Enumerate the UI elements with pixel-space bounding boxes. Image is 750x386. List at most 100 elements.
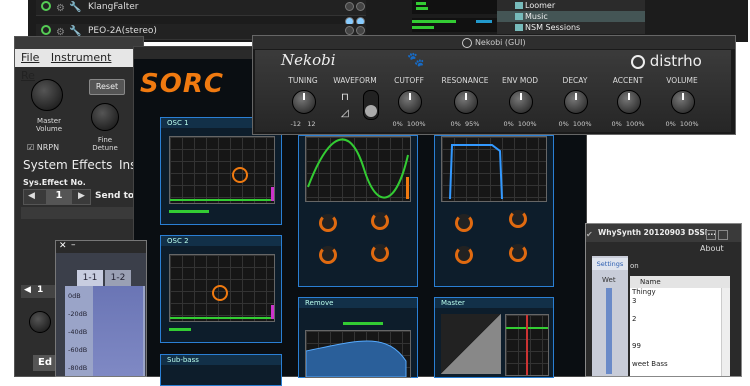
tuning-label: TUNING <box>288 76 318 85</box>
folder-item[interactable]: Music <box>497 11 645 22</box>
power-icon[interactable] <box>41 1 51 11</box>
title-bar[interactable]: ✕ – <box>56 240 146 253</box>
wrench-icon[interactable]: 🔧 <box>69 0 81 15</box>
list-item[interactable] <box>630 324 730 333</box>
menu-re[interactable]: Re <box>21 69 35 82</box>
about-button[interactable]: About <box>700 244 724 253</box>
level-label: -20dB <box>68 310 88 318</box>
lfo-display[interactable] <box>305 136 411 202</box>
nrpn-label: NRPN <box>36 143 60 152</box>
decay-knob[interactable] <box>564 90 588 114</box>
reset-button[interactable]: Reset <box>89 79 125 95</box>
waveform-switch[interactable] <box>363 90 379 120</box>
osc1-handle[interactable] <box>232 167 248 183</box>
level-label: -80dB <box>68 364 88 372</box>
minimize-icon[interactable] <box>706 230 716 240</box>
sorcer-logo: SORC <box>140 69 224 99</box>
list-item[interactable]: Thingy <box>630 288 730 297</box>
small-knob[interactable] <box>29 311 51 333</box>
remove-display[interactable] <box>305 330 411 378</box>
decrement-arrow-icon[interactable]: ◀ <box>24 285 31 295</box>
osc1-display[interactable] <box>169 136 275 204</box>
whysynth-window: WhySynth 20120903 DSSI... ✔ About Settin… <box>585 223 742 377</box>
cutoff-range: 0% 100% <box>392 120 426 128</box>
wet-label: Wet <box>602 276 616 284</box>
system-effects-heading: System Effects <box>23 158 113 172</box>
remove-slider[interactable] <box>343 322 383 325</box>
gear-icon[interactable]: ⚙ <box>56 1 65 16</box>
distrho-brand: distrho <box>631 52 702 70</box>
window-title: Nekobi (GUI) <box>474 38 526 47</box>
tuning-knob[interactable] <box>292 90 316 114</box>
master-volume-knob[interactable] <box>31 79 63 111</box>
menu-icon[interactable] <box>718 230 728 240</box>
nrpn-checkbox[interactable]: ☑ NRPN <box>27 143 59 152</box>
lfo-knob[interactable] <box>319 246 337 264</box>
osc1-slider[interactable] <box>169 210 209 213</box>
folder-item[interactable]: Loomer <box>497 0 645 11</box>
title-bar[interactable]: Nekobi (GUI) <box>253 36 735 49</box>
master-meter[interactable] <box>505 314 549 376</box>
list-item[interactable] <box>630 351 730 360</box>
lfo-knob[interactable] <box>371 244 389 262</box>
list-item[interactable]: 99 <box>630 342 730 351</box>
bottom-spinner[interactable]: ◀ 1 <box>21 285 55 298</box>
folder-item[interactable]: NSM Sessions <box>497 22 645 33</box>
tab-1-2[interactable]: 1-2 <box>105 270 131 286</box>
saw-wave-icon: ◿ <box>341 108 349 119</box>
close-icon[interactable]: ✕ <box>59 241 67 251</box>
tab-settings[interactable]: Settings <box>592 258 628 270</box>
fine-detune-knob[interactable] <box>91 103 119 131</box>
list-item[interactable]: weet Bass <box>630 360 730 369</box>
osc2-header: OSC 2 <box>161 236 281 246</box>
effect-number-spinner[interactable]: ◀ 1 ▶ <box>23 189 91 205</box>
master-curve-display[interactable] <box>441 314 501 374</box>
level-label: -40dB <box>68 328 88 336</box>
cutoff-knob[interactable] <box>398 90 422 114</box>
minimize-icon[interactable]: – <box>71 240 76 250</box>
volume-knob[interactable] <box>671 90 695 114</box>
menu-file[interactable]: File <box>21 51 39 64</box>
list-item[interactable] <box>630 333 730 342</box>
file-browser: Loomer Music NSM Sessions <box>497 0 645 34</box>
power-icon[interactable] <box>41 25 51 35</box>
wet-slider[interactable] <box>606 288 612 374</box>
nekobi-brand: Nekobi <box>281 51 336 69</box>
plugin-row-klangfalter[interactable]: ⚙ 🔧 KlangFalter <box>36 0 366 26</box>
title-bar[interactable] <box>15 37 143 49</box>
effect-number-value: 1 <box>46 190 72 204</box>
filter-knob[interactable] <box>509 210 527 228</box>
accent-knob[interactable] <box>617 90 641 114</box>
cutoff-label: CUTOFF <box>394 76 424 85</box>
list-item[interactable]: 3 <box>630 297 730 306</box>
subbass-panel: Sub-bass <box>160 354 282 386</box>
filter-knob[interactable] <box>509 244 527 262</box>
waveform-label: WAVEFORM <box>333 76 377 85</box>
tab-on[interactable]: on <box>630 262 639 270</box>
list-item[interactable] <box>630 306 730 315</box>
edit-button[interactable]: Ed <box>33 355 57 371</box>
accent-range: 0% 100% <box>611 120 645 128</box>
filter-display[interactable] <box>441 136 547 202</box>
tab-1-1[interactable]: 1-1 <box>77 270 103 286</box>
fine-detune-label: Fine Detune <box>92 136 118 152</box>
lfo-knob[interactable] <box>319 214 337 232</box>
scrollbar[interactable] <box>721 288 730 376</box>
separator-bar <box>21 207 141 219</box>
env-mod-knob[interactable] <box>509 90 533 114</box>
filter-knob[interactable] <box>455 214 473 232</box>
name-column-header[interactable]: Name <box>630 276 730 288</box>
adsr-curve <box>449 144 503 200</box>
osc2-handle[interactable] <box>212 285 228 301</box>
tuning-range: -12 12 <box>290 120 316 128</box>
resonance-knob[interactable] <box>454 90 478 114</box>
osc2-display[interactable] <box>169 254 275 322</box>
wet-panel: Settings Wet <box>592 256 628 376</box>
menu-instrument[interactable]: Instrument <box>51 51 112 64</box>
lfo-knob[interactable] <box>371 212 389 230</box>
osc2-slider[interactable] <box>169 328 191 331</box>
increment-arrow-icon[interactable]: ▶ <box>78 191 85 201</box>
decrement-arrow-icon[interactable]: ◀ <box>28 191 35 201</box>
list-item[interactable]: 2 <box>630 315 730 324</box>
filter-knob[interactable] <box>455 246 473 264</box>
